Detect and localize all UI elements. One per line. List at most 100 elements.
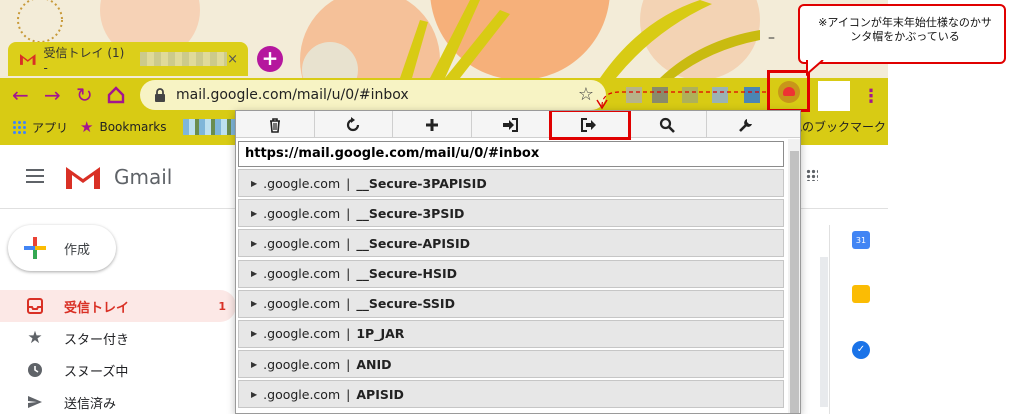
bookmark-other[interactable]: 他のブックマーク xyxy=(790,112,886,142)
cookie-row[interactable]: ▶ .google.com | __Secure-HSID xyxy=(238,259,784,288)
bookmark-bookmarks[interactable]: ★ Bookmarks xyxy=(80,118,167,136)
google-apps-icon[interactable] xyxy=(806,169,818,181)
tab-title-redacted xyxy=(139,52,228,66)
cookie-domain: .google.com xyxy=(263,386,341,402)
apps-grid-icon xyxy=(12,120,26,134)
import-button[interactable] xyxy=(472,111,550,138)
nav-item-label: スヌーズ中 xyxy=(64,364,129,380)
cookie-name: __Secure-3PAPISID xyxy=(356,175,487,191)
browser-menu-icon[interactable]: ⋮ xyxy=(862,86,880,107)
tab-close-icon[interactable]: × xyxy=(227,52,238,67)
cookie-separator: | xyxy=(346,205,351,221)
delete-icon xyxy=(269,117,280,133)
address-bar[interactable]: mail.google.com/mail/u/0/#inbox ☆ xyxy=(140,80,606,110)
browser-tab-gmail[interactable]: 受信トレイ (1) - × xyxy=(8,42,248,76)
bookmark-apps-label: アプリ xyxy=(32,120,69,135)
tab-title: 受信トレイ (1) - xyxy=(43,45,125,75)
bookmark-apps[interactable]: アプリ xyxy=(12,119,68,136)
new-tab-button[interactable]: + xyxy=(257,46,283,72)
cookie-separator: | xyxy=(346,235,351,251)
back-arrow-icon[interactable]: ← xyxy=(12,84,29,106)
cookie-row[interactable]: ▶ .google.com | 1P_JAR xyxy=(238,319,784,348)
delete-button[interactable] xyxy=(236,111,315,138)
side-panel: 31 ✓ xyxy=(838,225,888,414)
address-url: mail.google.com/mail/u/0/#inbox xyxy=(176,87,409,103)
bookmark-redacted[interactable] xyxy=(179,119,238,135)
cookie-row[interactable]: ▶ .google.com | ANID xyxy=(238,350,784,379)
unread-count: 1 xyxy=(218,299,226,313)
compose-plus-icon xyxy=(24,237,46,259)
popup-url-field[interactable]: https://mail.google.com/mail/u/0/#inbox xyxy=(238,141,784,167)
cookie-name: 1P_JAR xyxy=(356,326,405,342)
cookie-row[interactable]: ▶ .google.com | __Secure-SSID xyxy=(238,289,784,318)
expand-triangle-icon: ▶ xyxy=(251,208,258,218)
calendar-icon[interactable]: 31 xyxy=(852,231,870,249)
nav-item-label: 送信済み xyxy=(64,396,117,412)
compose-label: 作成 xyxy=(64,242,91,258)
cookie-row[interactable]: ▶ .google.com | __Secure-3PSID xyxy=(238,199,784,228)
search-button[interactable] xyxy=(629,111,707,138)
cookie-domain: .google.com xyxy=(263,235,341,251)
lock-icon xyxy=(155,88,165,102)
gmail-product-name[interactable]: Gmail xyxy=(114,165,172,189)
home-icon[interactable] xyxy=(106,85,126,105)
annotation-text: ※アイコンが年末年始仕様なのかサンタ帽をかぶっている xyxy=(818,16,992,43)
reload-icon[interactable]: ↻ xyxy=(76,84,93,106)
cookie-name: __Secure-3PSID xyxy=(356,205,465,221)
compose-button[interactable]: 作成 xyxy=(8,225,116,271)
expand-triangle-icon: ▶ xyxy=(251,389,258,399)
gmail-nav-list: 受信トレイ 1 ★ スター付き スヌーズ中 送信済み xyxy=(0,290,236,414)
nav-item-starred[interactable]: ★ スター付き xyxy=(0,322,236,354)
export-highlight-box xyxy=(549,111,631,140)
cookie-name: __Secure-HSID xyxy=(356,266,457,282)
mail-list-edge xyxy=(800,225,830,414)
cookie-row[interactable]: ▶ .google.com | APISID xyxy=(238,380,784,409)
popup-scrollbar-thumb[interactable] xyxy=(790,151,799,413)
add-icon xyxy=(425,118,438,131)
nav-item-label: 受信トレイ xyxy=(64,300,130,316)
add-button[interactable] xyxy=(393,111,472,138)
search-icon xyxy=(660,117,676,133)
cookie-domain: .google.com xyxy=(263,296,341,312)
gmail-logo-icon[interactable] xyxy=(64,163,102,191)
cookie-separator: | xyxy=(346,266,351,282)
settings-button[interactable] xyxy=(707,111,786,138)
inbox-icon xyxy=(26,297,44,315)
popup-toolbar xyxy=(236,111,800,140)
tasks-icon[interactable]: ✓ xyxy=(852,341,870,359)
keep-icon[interactable] xyxy=(852,285,870,303)
expand-triangle-icon: ▶ xyxy=(251,238,258,248)
cookie-domain: .google.com xyxy=(263,175,341,191)
main-menu-icon[interactable] xyxy=(26,169,44,183)
cookie-separator: | xyxy=(346,175,351,191)
cookie-list: ▶ .google.com | __Secure-3PAPISID ▶ .goo… xyxy=(238,169,784,411)
callout-tail xyxy=(806,60,824,76)
cookie-name: ANID xyxy=(356,356,392,372)
clock-icon xyxy=(26,361,44,379)
popup-scrollbar[interactable] xyxy=(788,139,800,413)
gmail-favicon-icon xyxy=(20,54,36,65)
expand-triangle-icon: ▶ xyxy=(251,178,258,188)
cookie-row[interactable]: ▶ .google.com | __Secure-APISID xyxy=(238,229,784,258)
cookie-row[interactable]: ▶ .google.com | __Secure-3PAPISID xyxy=(238,169,784,197)
profile-area[interactable] xyxy=(818,81,850,111)
forward-arrow-icon[interactable]: → xyxy=(44,84,61,106)
cookie-name: __Secure-APISID xyxy=(356,235,470,251)
nav-item-snoozed[interactable]: スヌーズ中 xyxy=(0,354,236,386)
expand-triangle-icon: ▶ xyxy=(251,299,258,309)
expand-triangle-icon: ▶ xyxy=(251,329,258,339)
window-minimize-button[interactable]: – xyxy=(768,30,775,46)
cookie-separator: | xyxy=(346,356,351,372)
cookie-separator: | xyxy=(346,296,351,312)
mail-list-scrollbar[interactable] xyxy=(820,257,828,407)
nav-item-sent[interactable]: 送信済み xyxy=(0,386,236,414)
cookie-separator: | xyxy=(346,386,351,402)
annotation-callout: ※アイコンが年末年始仕様なのかサンタ帽をかぶっている xyxy=(798,4,1006,64)
nav-item-inbox[interactable]: 受信トレイ 1 xyxy=(0,290,236,322)
expand-triangle-icon: ▶ xyxy=(251,359,258,369)
refresh-button[interactable] xyxy=(315,111,393,138)
cookie-domain: .google.com xyxy=(263,356,341,372)
santa-hat-extension-icon xyxy=(778,81,800,103)
cookie-name: APISID xyxy=(356,386,404,402)
nav-item-label: スター付き xyxy=(64,332,130,348)
